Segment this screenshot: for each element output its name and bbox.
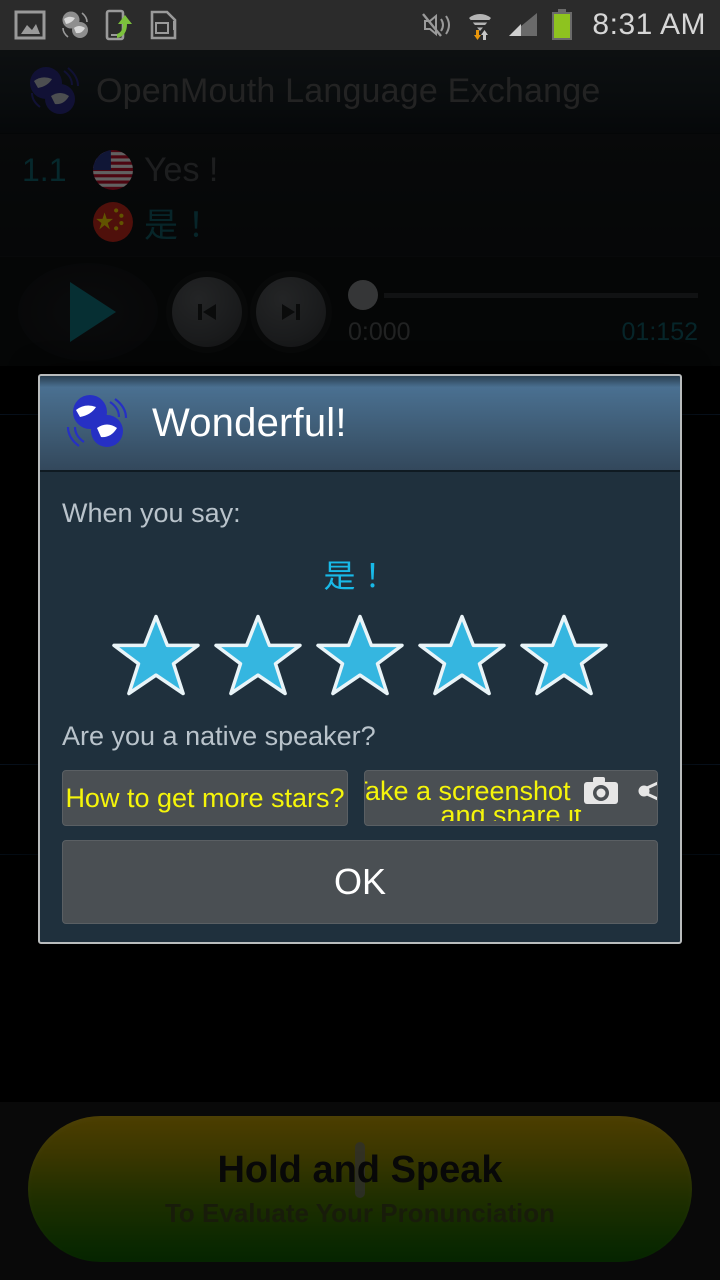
screenshot-label-line2: and share it (440, 809, 581, 821)
star-icon-3[interactable] (316, 613, 404, 697)
wifi-icon (469, 10, 492, 40)
ok-button[interactable]: OK (62, 840, 658, 924)
battery-icon (552, 9, 573, 40)
spoken-phrase-value: 是 ！ (323, 558, 397, 594)
star-icon-2[interactable] (214, 613, 302, 697)
star-icon-4[interactable] (418, 613, 506, 697)
status-bar-right-icons: 8:31 AM (421, 8, 706, 42)
camera-icon (583, 777, 618, 804)
star-icon-1[interactable] (112, 613, 200, 697)
mute-vibrate-icon (422, 13, 451, 37)
share-icon (638, 781, 657, 801)
star-rating[interactable] (62, 613, 658, 697)
app-globe-logo-icon (66, 395, 128, 447)
status-bar-clock: 8:31 AM (592, 8, 706, 41)
phone-screen: OpenMouth Language Exchange 1.1 (0, 0, 720, 1280)
status-bar: 8:31 AM (0, 0, 720, 50)
how-to-get-more-stars-button[interactable]: How to get more stars? (62, 770, 348, 826)
dialog-button-row: How to get more stars? Take a screenshot (62, 770, 658, 826)
dialog-title: Wonderful! (152, 400, 347, 445)
screenshot-icon (14, 10, 46, 40)
sd-card-icon (150, 10, 177, 40)
more-stars-label: How to get more stars? (65, 782, 345, 813)
screenshot-button-content: Take a screenshot (364, 775, 657, 821)
cellular-signal-icon (509, 13, 538, 36)
star-icon-5[interactable] (520, 613, 608, 697)
screenshot-button-line1: Take a screenshot (364, 775, 657, 807)
native-speaker-question: Are you a native speaker? (62, 721, 376, 751)
status-bar-left-icons (14, 9, 180, 41)
app-logo-icon (62, 11, 88, 38)
screenshot-label: Take a screenshot (364, 775, 571, 806)
when-you-say-label: When you say: (62, 498, 241, 528)
wonderful-dialog: Wonderful! When you say: 是 ！ Are you a n… (38, 374, 682, 944)
dialog-header: Wonderful! (40, 376, 680, 472)
usb-transfer-icon (105, 9, 132, 41)
dialog-body: When you say: 是 ！ Are you a native speak… (40, 472, 680, 942)
take-screenshot-button[interactable]: Take a screenshot (364, 770, 658, 826)
